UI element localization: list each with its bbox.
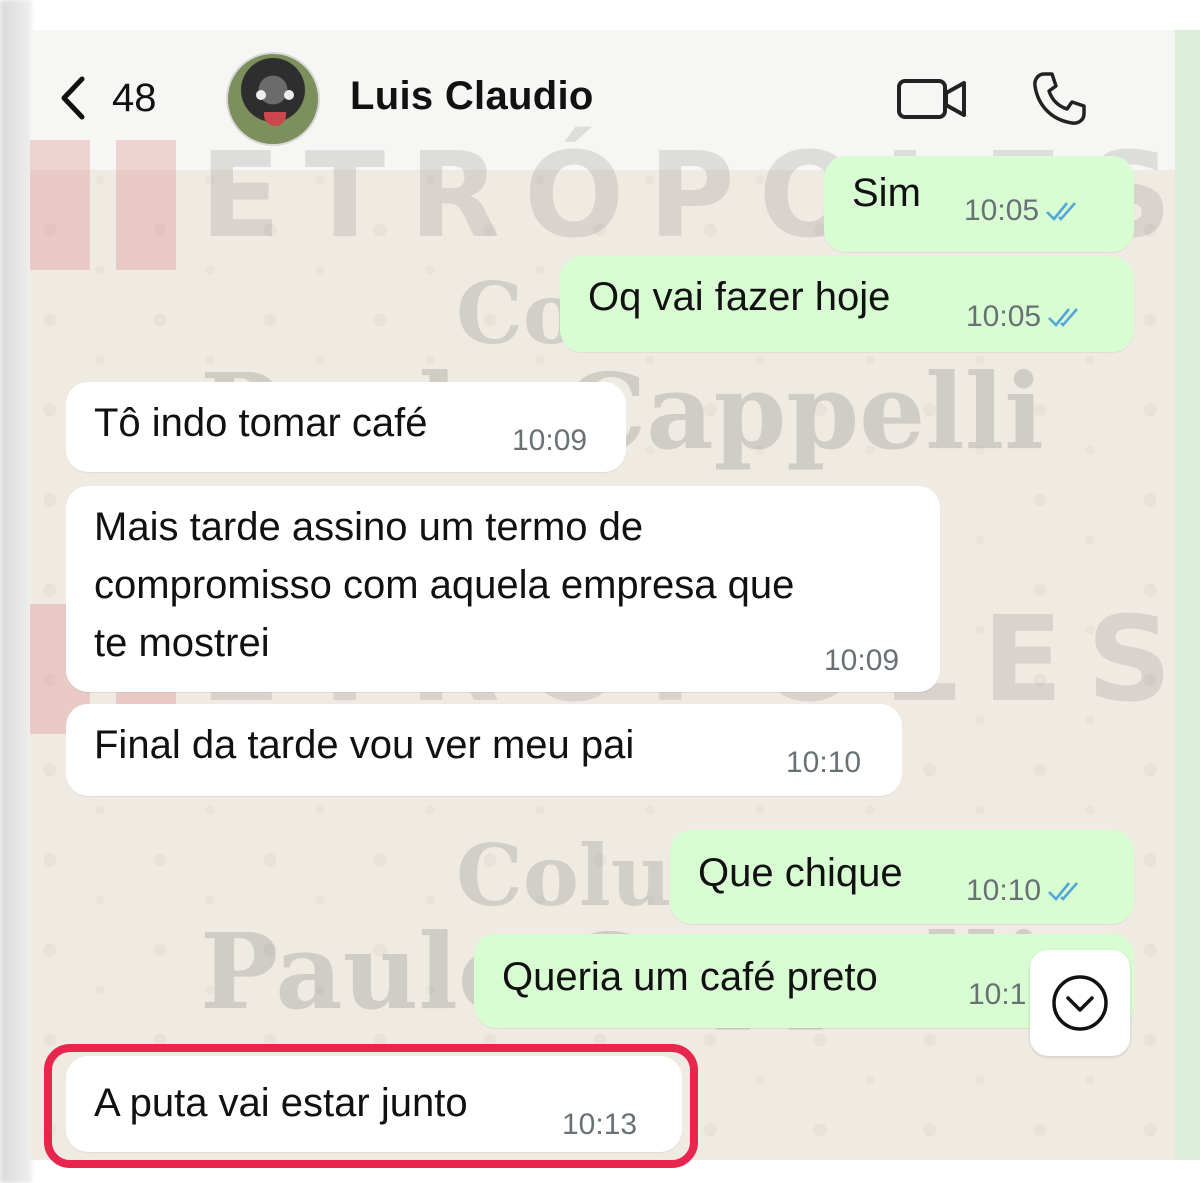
phone-call-icon[interactable] — [1030, 70, 1088, 128]
message-time: 10:09 — [512, 424, 588, 457]
message-incoming[interactable]: Mais tarde assino um termo de compromiss… — [66, 486, 940, 692]
message-meta: 10:05 — [966, 300, 1087, 334]
message-outgoing[interactable]: Oq vai fazer hoje 10:05 — [560, 256, 1134, 352]
contact-name[interactable]: Luis Claudio — [350, 74, 594, 119]
message-time: 10:1 — [968, 978, 1027, 1011]
back-button[interactable]: 48 — [56, 70, 157, 126]
avatar-eye-left — [256, 90, 266, 100]
message-time: 10:05 — [964, 194, 1040, 227]
video-call-icon[interactable] — [896, 76, 968, 122]
right-edge-strip — [1172, 30, 1200, 1160]
message-outgoing[interactable]: Sim 10:05 — [824, 156, 1134, 252]
message-time: 10:05 — [966, 300, 1042, 333]
chat-header: 48 Luis Claudio — [30, 30, 1175, 170]
watermark-logo-mark-top — [30, 140, 90, 270]
scroll-to-bottom-button[interactable] — [1030, 950, 1130, 1056]
message-text: Queria um café preto — [502, 955, 878, 999]
unread-count: 48 — [112, 75, 157, 120]
double-check-icon — [1048, 882, 1079, 901]
message-incoming[interactable]: Final da tarde vou ver meu pai 10:10 — [66, 704, 902, 796]
message-incoming-highlighted[interactable]: A puta vai estar junto 10:13 — [66, 1056, 682, 1152]
double-check-icon — [1048, 308, 1079, 327]
scroll-down-icon — [1052, 975, 1108, 1031]
avatar[interactable] — [226, 52, 320, 146]
message-time: 10:09 — [824, 644, 900, 677]
message-text: Que chique — [698, 851, 903, 895]
back-chevron-icon — [61, 76, 85, 120]
double-check-icon — [1046, 202, 1077, 221]
watermark-logo-mark-top-2 — [116, 140, 176, 270]
message-time: 10:10 — [786, 746, 862, 779]
message-text: A puta vai estar junto — [94, 1081, 468, 1125]
message-time: 10:13 — [562, 1108, 638, 1141]
message-text: Oq vai fazer hoje — [588, 275, 891, 319]
message-time: 10:10 — [966, 874, 1042, 907]
avatar-mouth — [264, 112, 286, 126]
message-text: Tô indo tomar café — [94, 401, 428, 445]
message-text: Mais tarde assino um termo de compromiss… — [94, 505, 795, 665]
blurred-left-edge — [0, 0, 32, 1183]
message-outgoing[interactable]: Que chique 10:10 — [670, 830, 1134, 924]
message-text: Final da tarde vou ver meu pai — [94, 723, 635, 767]
message-meta: 10:05 — [964, 194, 1085, 228]
message-meta: 10:10 — [966, 874, 1087, 908]
chat-screen: 48 Luis Claudio ETRÓPOLES Coluna Paulo C… — [30, 30, 1175, 1160]
avatar-eye-right — [284, 90, 294, 100]
message-text: Sim — [852, 171, 921, 215]
message-incoming[interactable]: Tô indo tomar café 10:09 — [66, 382, 626, 472]
